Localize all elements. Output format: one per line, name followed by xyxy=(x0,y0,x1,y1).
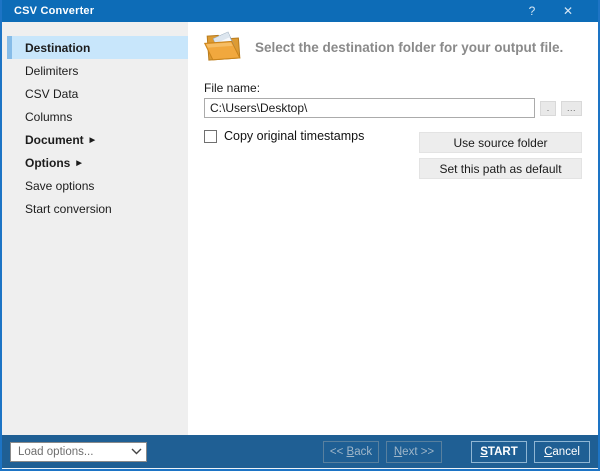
chevron-down-icon xyxy=(131,448,142,455)
chevron-right-icon: ▶ xyxy=(90,135,95,144)
sidebar-item-label: Options xyxy=(25,156,70,170)
sidebar-item-document[interactable]: Document ▶ xyxy=(2,128,188,151)
browse-ellipsis-button[interactable]: ... xyxy=(561,101,582,116)
help-icon[interactable]: ? xyxy=(514,0,550,22)
options-row: Copy original timestamps Use source fold… xyxy=(204,127,582,179)
sidebar-item-delimiters[interactable]: Delimiters xyxy=(2,59,188,82)
sidebar-item-start-conversion[interactable]: Start conversion xyxy=(2,197,188,220)
copy-timestamps-label: Copy original timestamps xyxy=(224,129,364,143)
use-source-folder-button[interactable]: Use source folder xyxy=(419,132,582,153)
copy-timestamps-group: Copy original timestamps xyxy=(204,127,364,143)
set-default-path-button[interactable]: Set this path as default xyxy=(419,158,582,179)
sidebar-item-label: Columns xyxy=(25,110,72,124)
file-name-label: File name: xyxy=(204,81,582,95)
sidebar-item-label: Start conversion xyxy=(25,202,112,216)
back-button[interactable]: << Back xyxy=(323,441,379,463)
close-icon[interactable]: ✕ xyxy=(550,0,586,22)
sidebar: Destination Delimiters CSV Data Columns … xyxy=(2,22,188,435)
load-options-dropdown[interactable]: Load options... xyxy=(10,442,147,462)
page-title: Select the destination folder for your o… xyxy=(255,40,563,55)
sidebar-item-label: Delimiters xyxy=(25,64,78,78)
sidebar-item-label: Destination xyxy=(25,41,90,55)
titlebar-controls: ? ✕ xyxy=(514,0,586,22)
app-window: CSV Converter ? ✕ Destination Delimiters… xyxy=(0,0,600,471)
open-folder-icon xyxy=(203,29,245,66)
dot-button[interactable]: . xyxy=(540,101,556,116)
start-button[interactable]: START xyxy=(471,441,527,463)
cancel-button[interactable]: Cancel xyxy=(534,441,590,463)
sidebar-item-csv-data[interactable]: CSV Data xyxy=(2,82,188,105)
load-options-value: Load options... xyxy=(18,446,93,458)
next-button[interactable]: Next >> xyxy=(386,441,442,463)
footer-buttons: << Back Next >> START Cancel xyxy=(316,441,590,463)
titlebar: CSV Converter ? ✕ xyxy=(2,0,598,22)
content-area: Destination Delimiters CSV Data Columns … xyxy=(2,22,598,435)
file-name-row: . ... xyxy=(204,98,582,118)
sidebar-item-destination[interactable]: Destination xyxy=(7,36,188,59)
sidebar-item-columns[interactable]: Columns xyxy=(2,105,188,128)
sidebar-item-save-options[interactable]: Save options xyxy=(2,174,188,197)
folder-actions: Use source folder Set this path as defau… xyxy=(419,132,582,179)
chevron-right-icon: ▶ xyxy=(76,158,81,167)
footer-bar: Load options... << Back Next >> START Ca… xyxy=(2,435,598,469)
window-title: CSV Converter xyxy=(14,5,94,17)
sidebar-item-options[interactable]: Options ▶ xyxy=(2,151,188,174)
sidebar-item-label: Document xyxy=(25,133,84,147)
page-header: Select the destination folder for your o… xyxy=(204,30,582,64)
sidebar-item-label: Save options xyxy=(25,179,94,193)
copy-timestamps-checkbox[interactable] xyxy=(204,130,217,143)
main-panel: Select the destination folder for your o… xyxy=(188,22,598,435)
sidebar-item-label: CSV Data xyxy=(25,87,78,101)
file-name-input[interactable] xyxy=(204,98,535,118)
